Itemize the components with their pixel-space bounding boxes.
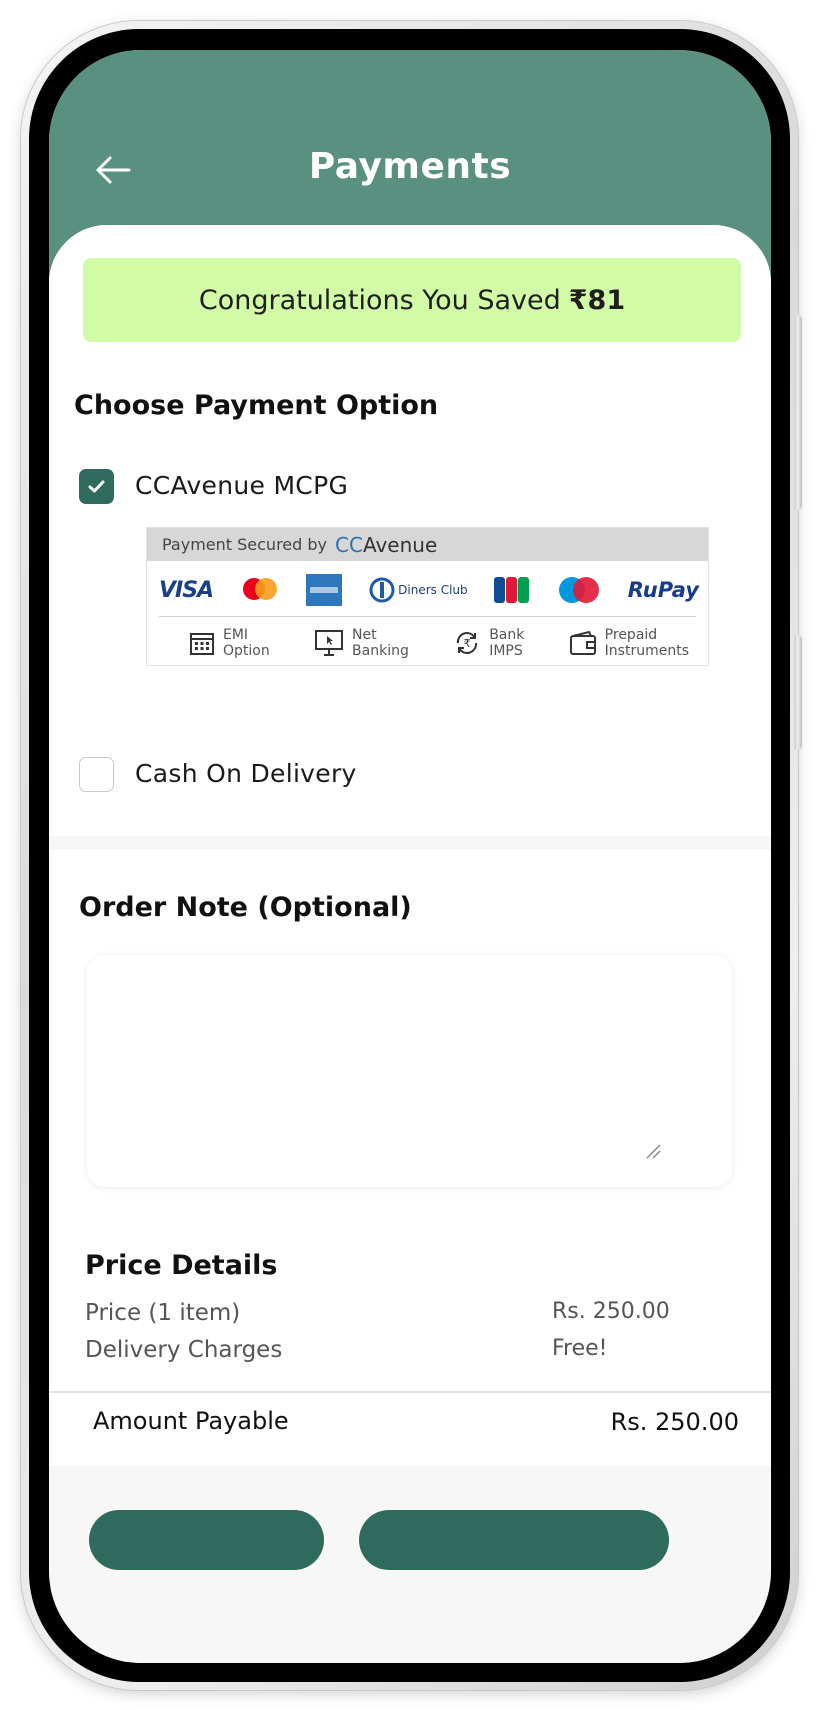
visa-logo: VISA	[159, 577, 214, 603]
diners-club-icon	[369, 577, 395, 603]
amount-payable-label: Amount Payable	[93, 1407, 289, 1435]
order-note-heading: Order Note (Optional)	[79, 892, 412, 923]
bottom-left-button[interactable]	[89, 1510, 324, 1570]
jcb-icon	[494, 577, 530, 603]
cod-checkbox[interactable]	[79, 757, 114, 792]
ccavenue-checkbox[interactable]	[79, 469, 114, 504]
delivery-charges-value: Free!	[552, 1336, 608, 1361]
price-label: Price (1 item)	[85, 1300, 241, 1326]
ccavenue-option-label[interactable]: CCAvenue MCPG	[135, 471, 348, 500]
screen: Payments Congratulations You Saved ₹81 C…	[49, 50, 771, 1663]
mode-bank-imps: ₹ Bank IMPS	[453, 623, 524, 663]
card-logos-row: VISA Diners Club RuPay	[159, 573, 699, 607]
price-value: Rs. 250.00	[552, 1299, 670, 1324]
calendar-icon	[190, 633, 214, 655]
price-divider	[49, 1391, 771, 1393]
rupay-logo: RuPay	[627, 578, 699, 602]
svg-text:₹: ₹	[464, 637, 471, 650]
secured-by-text: Payment Secured by	[162, 535, 328, 554]
secured-by-bar: Payment Secured by CCAvenue	[147, 528, 708, 561]
mastercard-icon	[242, 578, 277, 600]
payment-modes-row: EMI Option Net Banking ₹ Bank IMPS Prepa…	[189, 623, 689, 663]
amount-payable-value: Rs. 250.00	[610, 1408, 739, 1436]
savings-banner: Congratulations You Saved ₹81	[83, 258, 741, 342]
ccavenue-logo: CCAvenue	[335, 532, 438, 557]
check-icon	[88, 480, 105, 493]
power-button	[794, 635, 802, 750]
banner-divider	[159, 616, 696, 617]
wallet-icon	[569, 630, 596, 655]
savings-text: Congratulations You Saved	[198, 284, 561, 316]
price-details-heading: Price Details	[85, 1250, 278, 1281]
ccavenue-banner: Payment Secured by CCAvenue VISA Diners …	[146, 527, 709, 666]
amex-icon	[306, 574, 343, 606]
volume-button	[794, 315, 802, 510]
bottom-right-button[interactable]	[359, 1510, 669, 1570]
mode-prepaid: Prepaid Instruments	[569, 623, 689, 663]
rupee-refresh-icon: ₹	[457, 632, 478, 654]
mode-emi: EMI Option	[189, 623, 270, 663]
monitor-icon	[315, 630, 344, 656]
maestro-icon	[559, 577, 600, 603]
mode-net-banking: Net Banking	[314, 623, 409, 663]
diners-club-logo: Diners Club	[369, 577, 468, 603]
resize-handle-icon[interactable]	[644, 1142, 662, 1160]
page-title: Payments	[308, 146, 512, 187]
order-note-input[interactable]	[87, 955, 732, 1187]
payment-option-heading: Choose Payment Option	[74, 390, 439, 421]
cod-option-label[interactable]: Cash On Delivery	[135, 759, 357, 788]
savings-amount: ₹81	[568, 284, 626, 316]
delivery-charges-label: Delivery Charges	[85, 1337, 283, 1363]
